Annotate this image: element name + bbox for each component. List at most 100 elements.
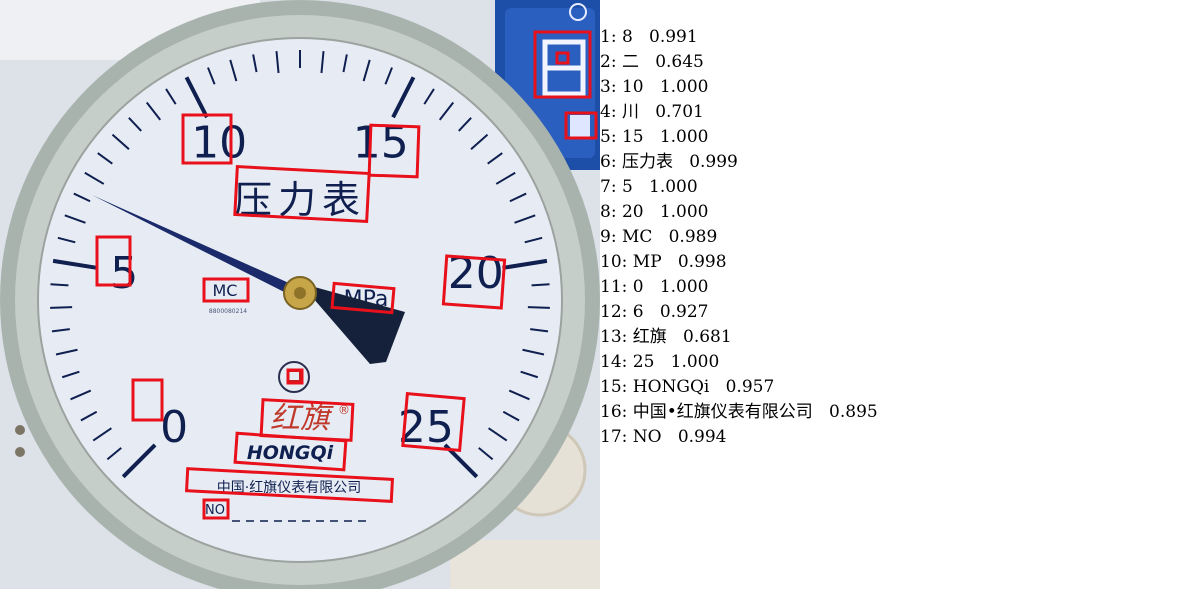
- detection-row: 9: MC 0.989: [600, 225, 1200, 250]
- detection-text: NO: [632, 427, 662, 447]
- detection-index: 4: [600, 102, 611, 122]
- detection-index: 1: [600, 27, 611, 47]
- detection-index: 16: [600, 402, 622, 422]
- minor-tick: [527, 306, 550, 309]
- detection-row: 15: HONGQi 0.957: [600, 375, 1200, 400]
- separator: :: [610, 52, 622, 72]
- detection-index: 13: [600, 327, 622, 347]
- detection-score: 0.645: [655, 52, 704, 72]
- separator: :: [610, 102, 622, 122]
- scale-label: 5: [110, 248, 138, 299]
- detection-score: 0.994: [677, 427, 727, 447]
- detection-row: 7: 5 1.000: [600, 175, 1200, 200]
- detection-row: 10: MP 0.998: [600, 250, 1200, 275]
- detection-text: 压力表: [621, 152, 673, 172]
- detection-row: 4: 川 0.701: [600, 100, 1200, 125]
- separator: :: [610, 177, 622, 197]
- detection-row: 8: 20 1.000: [600, 200, 1200, 225]
- detection-index: 12: [600, 302, 622, 322]
- detection-text: 0: [632, 277, 644, 297]
- detection-row: 11: 0 1.000: [600, 275, 1200, 300]
- minor-tick: [50, 306, 73, 309]
- detection-score: 1.000: [659, 127, 709, 147]
- detection-index: 8: [600, 202, 611, 222]
- detection-row: 1: 8 0.991: [600, 25, 1200, 50]
- detection-score: 0.991: [649, 27, 698, 47]
- detection-text: MC: [621, 227, 653, 247]
- detection-text: 8: [621, 27, 633, 47]
- separator: :: [610, 152, 622, 172]
- screw: [15, 425, 25, 435]
- separator: :: [621, 302, 633, 322]
- gauge-scene: 0510 152025 压力表 MC 8800080214 MPa 红旗 ® HO…: [0, 0, 600, 589]
- serial-number: 8800080214: [209, 308, 247, 315]
- separator: :: [621, 352, 633, 372]
- detection-score: 0.895: [829, 402, 878, 422]
- detection-text: 川: [621, 102, 639, 122]
- mc-mark: MC: [213, 281, 238, 300]
- detection-text: 二: [621, 52, 639, 72]
- separator: :: [621, 377, 633, 397]
- detection-row: 5: 15 1.000: [600, 125, 1200, 150]
- detection-index: 3: [600, 77, 611, 97]
- detection-row: 3: 10 1.000: [600, 75, 1200, 100]
- detection-text: 20: [621, 202, 644, 222]
- detection-index: 15: [600, 377, 622, 397]
- scale-label: 10: [191, 117, 247, 168]
- detection-score: 1.000: [670, 352, 720, 372]
- brand-chinese: 红旗: [270, 401, 334, 436]
- separator: :: [610, 27, 622, 47]
- separator: :: [610, 227, 622, 247]
- detection-text: HONGQi: [632, 377, 710, 397]
- detection-row: 13: 红旗 0.681: [600, 325, 1200, 350]
- separator: :: [621, 427, 633, 447]
- detection-results-list: 1: 8 0.991 2: 二 0.645 3: 10 1.000 4: 川 0.70…: [600, 25, 1200, 585]
- detection-index: 9: [600, 227, 611, 247]
- detection-score: 1.000: [659, 77, 709, 97]
- no-label: NO: [205, 503, 225, 518]
- detection-index: 10: [600, 252, 622, 272]
- detection-score: 0.927: [659, 302, 709, 322]
- detection-index: 14: [600, 352, 622, 372]
- separator: :: [621, 277, 633, 297]
- detection-score: 0.989: [668, 227, 718, 247]
- gauge-photo: 0 5 10 15 20 25 压力表 MC 8800080214 MPa 红旗 ® HO…: [0, 0, 600, 589]
- detection-index: 5: [600, 127, 611, 147]
- detection-score: 0.701: [655, 102, 704, 122]
- separator: :: [621, 252, 633, 272]
- needle-hub-center: [294, 287, 306, 299]
- detection-text: MP: [632, 252, 662, 272]
- detection-score: 1.000: [659, 277, 709, 297]
- panel-indicator: [570, 115, 590, 137]
- detection-index: 11: [600, 277, 622, 297]
- detection-index: 7: [600, 177, 611, 197]
- detection-row: 6: 压力表 0.999: [600, 150, 1200, 175]
- detection-index: 6: [600, 152, 611, 172]
- detection-text: 5: [621, 177, 633, 197]
- separator: :: [610, 202, 622, 222]
- detection-score: 0.998: [677, 252, 727, 272]
- detection-text: 10: [621, 77, 644, 97]
- detection-row: 2: 二 0.645: [600, 50, 1200, 75]
- detection-text: 6: [632, 302, 644, 322]
- detection-score: 0.957: [725, 377, 775, 397]
- separator: :: [610, 127, 622, 147]
- separator: :: [621, 327, 633, 347]
- detection-text: 25: [632, 352, 655, 372]
- detection-text: 中国•红旗仪表有限公司: [632, 402, 813, 422]
- detection-text: 红旗: [632, 327, 667, 347]
